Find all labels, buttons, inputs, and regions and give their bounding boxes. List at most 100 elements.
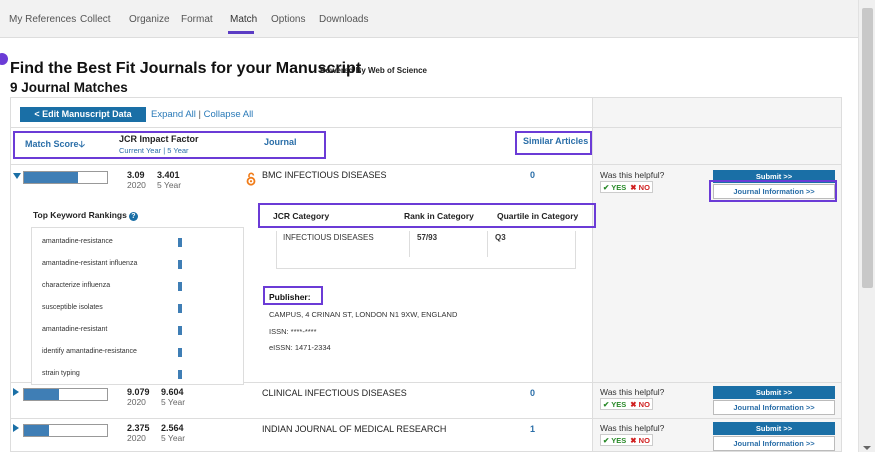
submit-button[interactable]: Submit >> (713, 386, 835, 399)
keyword-rank-bar (178, 326, 182, 335)
collapse-row-icon[interactable] (13, 173, 21, 179)
match-score-bar (23, 171, 108, 184)
journal-match-count: 9 Journal Matches (10, 80, 128, 95)
keyword-item: susceptible isolates (42, 304, 103, 311)
keyword-rankings-list: amantadine-resistance amantadine-resista… (31, 227, 244, 385)
help-info-icon[interactable]: ? (128, 212, 138, 221)
cross-icon: ✖ (630, 183, 637, 192)
expand-row-icon[interactable] (13, 388, 19, 396)
keyword-rank-bar (178, 238, 182, 247)
page-title: Find the Best Fit Journals for your Manu… (10, 60, 362, 77)
yes-button[interactable]: ✔ YES (603, 400, 626, 409)
helpful-buttons: ✔ YES ✖ NO (600, 434, 653, 446)
journal-information-button[interactable]: Journal Information >> (713, 400, 835, 415)
submit-button[interactable]: Submit >> (713, 422, 835, 435)
journal-header[interactable]: Journal (264, 137, 297, 147)
quartile-in-category-header: Quartile in Category (497, 211, 579, 221)
similar-articles-header[interactable]: Similar Articles (523, 136, 588, 146)
yes-label: YES (611, 436, 627, 445)
tab-options[interactable]: Options (271, 14, 305, 25)
keyword-item: identify amantadine-resistance (42, 348, 137, 355)
link-separator: | (198, 109, 202, 120)
keyword-rank-bar (178, 348, 182, 357)
rank-value: 57/93 (417, 233, 438, 242)
no-label: NO (638, 183, 650, 192)
yes-label: YES (611, 183, 627, 192)
keyword-item: strain typing (42, 370, 80, 377)
tab-organize[interactable]: Organize (129, 14, 170, 25)
keyword-item: amantadine-resistant influenza (42, 260, 138, 267)
similar-articles-count[interactable]: 0 (530, 170, 535, 180)
journal-name[interactable]: INDIAN JOURNAL OF MEDICAL RESEARCH (262, 424, 446, 434)
tab-my-references[interactable]: My References (9, 14, 76, 25)
impact-factor-current: 9.079 (127, 387, 150, 397)
journal-name[interactable]: CLINICAL INFECTIOUS DISEASES (262, 388, 407, 398)
helpful-buttons: ✔ YES ✖ NO (600, 398, 653, 410)
keyword-item: characterize influenza (42, 282, 111, 289)
scroll-down-arrow-icon[interactable] (863, 446, 871, 450)
five-year-label: 5 Year (161, 397, 186, 407)
table-row: 2.375 2.564 2020 5 Year INDIAN JOURNAL O… (11, 419, 841, 451)
eissn: eISSN: 1471-2334 (269, 343, 331, 352)
match-score-header[interactable]: Match Score🡣 (25, 137, 85, 153)
vertical-scrollbar[interactable] (858, 0, 875, 452)
five-year-link[interactable]: 5 Year (167, 146, 188, 155)
no-label: NO (638, 436, 650, 445)
tab-downloads[interactable]: Downloads (319, 14, 368, 25)
publisher-label: Publisher: (269, 292, 311, 302)
tab-format[interactable]: Format (181, 14, 213, 25)
expand-all-link[interactable]: Expand All (151, 109, 196, 120)
tab-collect[interactable]: Collect (80, 14, 111, 25)
match-score-fill (24, 425, 49, 436)
impact-year: 2020 (127, 433, 146, 443)
keyword-rankings-title: Top Keyword Rankings? (33, 210, 138, 221)
keyword-item: amantadine-resistant (42, 326, 108, 333)
impact-year: 2020 (127, 397, 146, 407)
powered-by: Powered By Web of Science (320, 66, 427, 75)
journal-information-button[interactable]: Journal Information >> (713, 436, 835, 451)
edit-manuscript-button[interactable]: < Edit Manuscript Data (20, 107, 146, 122)
current-year-link[interactable]: Current Year (119, 146, 161, 155)
issn: ISSN: ****-**** (269, 327, 317, 336)
column-header-row: Match Score🡣 JCR Impact Factor Current Y… (11, 127, 841, 165)
cross-icon: ✖ (630, 400, 637, 409)
impact-factor-5yr: 3.401 (157, 170, 180, 180)
match-score-bar (23, 424, 108, 437)
jcr-category-table: INFECTIOUS DISEASES 57/93 Q3 (276, 231, 576, 269)
no-button[interactable]: ✖ NO (630, 183, 650, 192)
helpful-question: Was this helpful? (600, 387, 665, 397)
impact-year: 2020 (127, 180, 146, 190)
check-icon: ✔ (603, 183, 610, 192)
yes-button[interactable]: ✔ YES (603, 183, 626, 192)
match-score-fill (24, 172, 78, 183)
open-access-icon (246, 172, 256, 186)
table-row: 3.09 3.401 2020 5 Year BMC INFECTIOUS DI… (11, 165, 841, 385)
active-tab-indicator (228, 31, 254, 34)
top-navigation: My References Collect Organize Format Ma… (0, 0, 858, 38)
collapse-all-link[interactable]: Collapse All (204, 109, 254, 120)
jcr-category-value: INFECTIOUS DISEASES (283, 233, 374, 242)
yes-button[interactable]: ✔ YES (603, 436, 626, 445)
match-score-bar (23, 388, 108, 401)
scrollbar-thumb[interactable] (862, 8, 873, 288)
cross-icon: ✖ (630, 436, 637, 445)
results-panel: < Edit Manuscript Data Expand All | Coll… (10, 97, 842, 452)
indicator-dot (0, 53, 8, 65)
no-button[interactable]: ✖ NO (630, 400, 650, 409)
tab-match[interactable]: Match (230, 14, 257, 25)
publisher-address: CAMPUS, 4 CRINAN ST, LONDON N1 9XW, ENGL… (269, 310, 458, 319)
five-year-label: 5 Year (161, 433, 186, 443)
journal-name[interactable]: BMC INFECTIOUS DISEASES (262, 170, 387, 180)
impact-factor-5yr: 2.564 (161, 423, 184, 433)
helpful-question: Was this helpful? (600, 423, 665, 433)
journal-information-button[interactable]: Journal Information >> (713, 184, 835, 199)
impact-factor-5yr: 9.604 (161, 387, 184, 397)
keyword-rank-bar (178, 304, 182, 313)
similar-articles-count[interactable]: 1 (530, 424, 535, 434)
similar-articles-count[interactable]: 0 (530, 388, 535, 398)
no-button[interactable]: ✖ NO (630, 436, 650, 445)
yes-label: YES (611, 400, 627, 409)
keyword-rankings-label: Top Keyword Rankings (33, 210, 127, 220)
jcr-impact-header[interactable]: JCR Impact Factor (119, 134, 199, 144)
expand-row-icon[interactable] (13, 424, 19, 432)
